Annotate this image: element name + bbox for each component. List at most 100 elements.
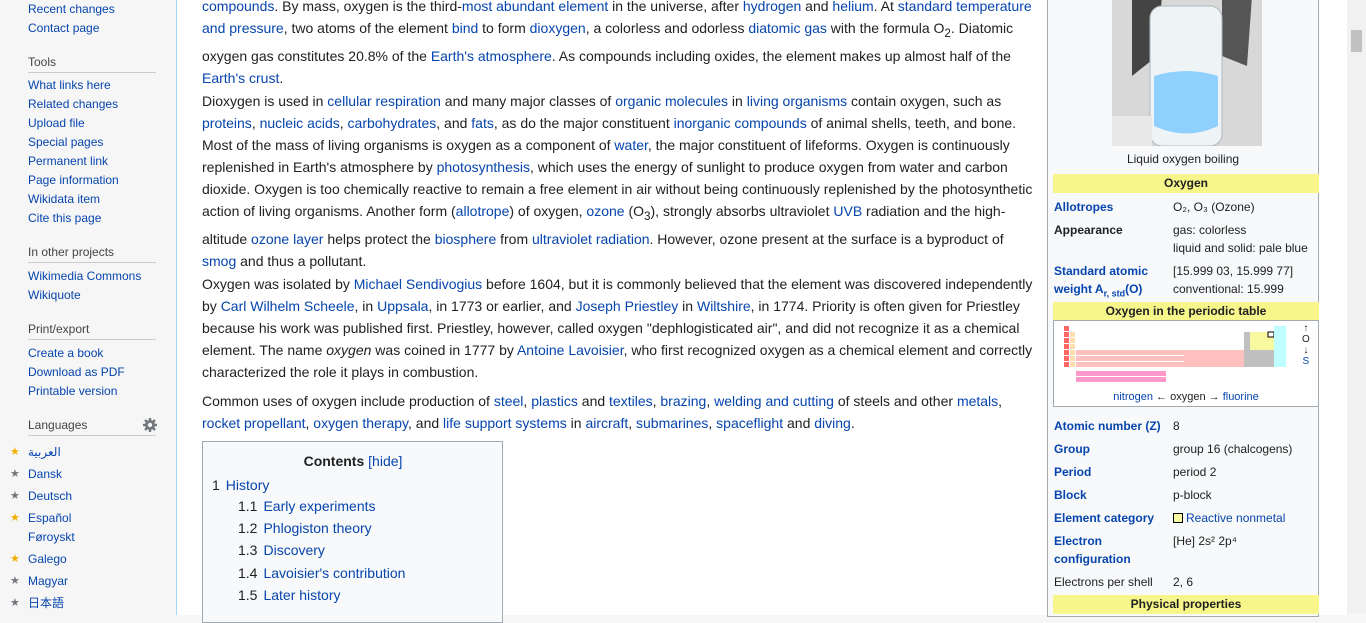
lang-espanol[interactable]: Español xyxy=(28,511,71,525)
liquid-oxygen-image[interactable] xyxy=(1112,0,1262,147)
lang-japanese[interactable]: 日本語 xyxy=(28,596,64,610)
lang-foroyskt[interactable]: Føroyskt xyxy=(28,530,75,544)
toc-item-later-history[interactable]: 1.5 Later history xyxy=(238,587,341,603)
sidebar-wikimedia-commons[interactable]: Wikimedia Commons xyxy=(28,269,141,283)
sidebar-related-changes[interactable]: Related changes xyxy=(28,97,118,111)
link-plastics[interactable]: plastics xyxy=(531,393,578,409)
allotropes-label[interactable]: Allotropes xyxy=(1054,198,1113,216)
link-organic-molecules[interactable]: organic molecules xyxy=(615,93,728,109)
link-aircraft[interactable]: aircraft xyxy=(585,415,628,431)
electron-configuration-label-1[interactable]: Electron xyxy=(1054,532,1102,550)
link-living-organisms[interactable]: living organisms xyxy=(747,93,847,109)
sidebar-permanent-link[interactable]: Permanent link xyxy=(28,154,108,168)
element-category-value[interactable]: Reactive nonmetal xyxy=(1173,509,1285,527)
toc-item-history[interactable]: 1 History xyxy=(212,477,269,493)
sidebar-page-information[interactable]: Page information xyxy=(28,173,119,187)
link-scheele[interactable]: Carl Wilhelm Scheele xyxy=(221,298,355,314)
link-earths-atmosphere[interactable]: Earth's atmosphere xyxy=(431,48,552,64)
link-smog[interactable]: smog xyxy=(202,253,236,269)
period-value[interactable]: period 2 xyxy=(1173,463,1216,481)
scrollbar-thumb[interactable] xyxy=(1351,30,1362,52)
link-carbohydrates[interactable]: carbohydrates xyxy=(348,115,437,131)
link-textiles[interactable]: textiles xyxy=(609,393,653,409)
nav-up-icon: ↑ xyxy=(1303,323,1309,334)
link-ozone-layer[interactable]: ozone layer xyxy=(251,231,323,247)
link-compounds[interactable]: compounds xyxy=(202,0,274,14)
link-lavoisier[interactable]: Antoine Lavoisier xyxy=(517,342,624,358)
sidebar-wikiquote[interactable]: Wikiquote xyxy=(28,288,81,302)
link-rocket-propellant[interactable]: rocket propellant xyxy=(202,415,306,431)
toc-item-phlogiston[interactable]: 1.2 Phlogiston theory xyxy=(238,520,372,536)
sidebar-cite-this-page[interactable]: Cite this page xyxy=(28,211,101,225)
nav-fluorine-link[interactable]: fluorine xyxy=(1223,391,1259,403)
lang-galego[interactable]: Galego xyxy=(28,552,67,566)
sidebar-special-pages[interactable]: Special pages xyxy=(28,135,103,149)
group-label[interactable]: Group xyxy=(1054,440,1090,458)
sidebar-create-a-book[interactable]: Create a book xyxy=(28,346,103,360)
sidebar-what-links-here[interactable]: What links here xyxy=(28,78,111,92)
link-nucleic-acids[interactable]: nucleic acids xyxy=(260,115,340,131)
link-steel[interactable]: steel xyxy=(494,393,524,409)
link-wiltshire[interactable]: Wiltshire xyxy=(697,298,751,314)
vertical-scrollbar[interactable] xyxy=(1347,0,1366,613)
link-submarines[interactable]: submarines xyxy=(636,415,708,431)
link-pressure[interactable]: and pressure xyxy=(202,20,284,36)
link-cellular-respiration[interactable]: cellular respiration xyxy=(327,93,441,109)
sidebar-printable-version[interactable]: Printable version xyxy=(28,384,117,398)
link-proteins[interactable]: proteins xyxy=(202,115,252,131)
divider xyxy=(28,339,156,340)
link-allotrope[interactable]: allotrope xyxy=(456,203,510,219)
link-ozone[interactable]: ozone xyxy=(586,203,624,219)
toc-item-early-experiments[interactable]: 1.1 Early experiments xyxy=(238,498,376,514)
element-category-label[interactable]: Element category xyxy=(1054,509,1154,527)
sidebar-contact-page[interactable]: Contact page xyxy=(28,21,99,35)
group-value[interactable]: group 16 (chalcogens) xyxy=(1173,440,1292,458)
link-fats[interactable]: fats xyxy=(471,115,494,131)
nav-nitrogen-link[interactable]: nitrogen xyxy=(1113,391,1153,403)
link-standard-temperature[interactable]: standard temperature xyxy=(898,0,1032,14)
pt-sulfur-link[interactable]: S xyxy=(1303,356,1310,367)
block-label[interactable]: Block xyxy=(1054,486,1087,504)
link-ultraviolet-radiation[interactable]: ultraviolet radiation xyxy=(532,231,650,247)
link-biosphere[interactable]: biosphere xyxy=(435,231,497,247)
gear-icon[interactable] xyxy=(142,417,158,433)
lang-arabic[interactable]: العربية xyxy=(28,445,61,459)
block-value[interactable]: p-block xyxy=(1173,486,1212,504)
link-uppsala[interactable]: Uppsala xyxy=(377,298,428,314)
link-earths-crust[interactable]: Earth's crust xyxy=(202,70,279,86)
link-most-abundant[interactable]: most abundant element xyxy=(462,0,608,14)
link-brazing[interactable]: brazing xyxy=(660,393,706,409)
lang-dansk[interactable]: Dansk xyxy=(28,467,62,481)
toc-hide-link[interactable]: [hide] xyxy=(368,453,402,469)
link-dioxygen[interactable]: dioxygen xyxy=(530,20,586,36)
period-label[interactable]: Period xyxy=(1054,463,1091,481)
link-sendivogius[interactable]: Michael Sendivogius xyxy=(354,276,482,292)
atomic-number-label[interactable]: Atomic number (Z) xyxy=(1054,417,1161,435)
sidebar-upload-file[interactable]: Upload file xyxy=(28,116,85,130)
standard-atomic-weight-label-1[interactable]: Standard atomic xyxy=(1054,262,1148,280)
sidebar-recent-changes[interactable]: Recent changes xyxy=(28,2,115,16)
sidebar-download-pdf[interactable]: Download as PDF xyxy=(28,365,125,379)
lang-magyar[interactable]: Magyar xyxy=(28,574,68,588)
toc-item-lavoisier[interactable]: 1.4 Lavoisier's contribution xyxy=(238,565,405,581)
electron-configuration-label-2[interactable]: configuration xyxy=(1054,550,1131,568)
link-welding[interactable]: welding and cutting xyxy=(714,393,834,409)
link-hydrogen[interactable]: hydrogen xyxy=(743,0,801,14)
toc-item-discovery[interactable]: 1.3 Discovery xyxy=(238,542,325,558)
link-spaceflight[interactable]: spaceflight xyxy=(716,415,783,431)
link-bind[interactable]: bind xyxy=(452,20,478,36)
link-metals[interactable]: metals xyxy=(957,393,998,409)
link-diatomic-gas[interactable]: diatomic gas xyxy=(748,20,827,36)
link-life-support[interactable]: life support systems xyxy=(443,415,567,431)
link-oxygen-therapy[interactable]: oxygen therapy xyxy=(313,415,408,431)
link-diving[interactable]: diving xyxy=(814,415,851,431)
link-uvb[interactable]: UVB xyxy=(833,203,862,219)
link-photosynthesis[interactable]: photosynthesis xyxy=(437,159,530,175)
link-helium[interactable]: helium xyxy=(832,0,873,14)
link-priestley[interactable]: Joseph Priestley xyxy=(576,298,679,314)
lang-deutsch[interactable]: Deutsch xyxy=(28,489,72,503)
link-inorganic-compounds[interactable]: inorganic compounds xyxy=(674,115,807,131)
standard-atomic-weight-label-2[interactable]: weight Ar, std(O) xyxy=(1054,280,1142,302)
sidebar-wikidata-item[interactable]: Wikidata item xyxy=(28,192,100,206)
link-water[interactable]: water xyxy=(614,137,647,153)
